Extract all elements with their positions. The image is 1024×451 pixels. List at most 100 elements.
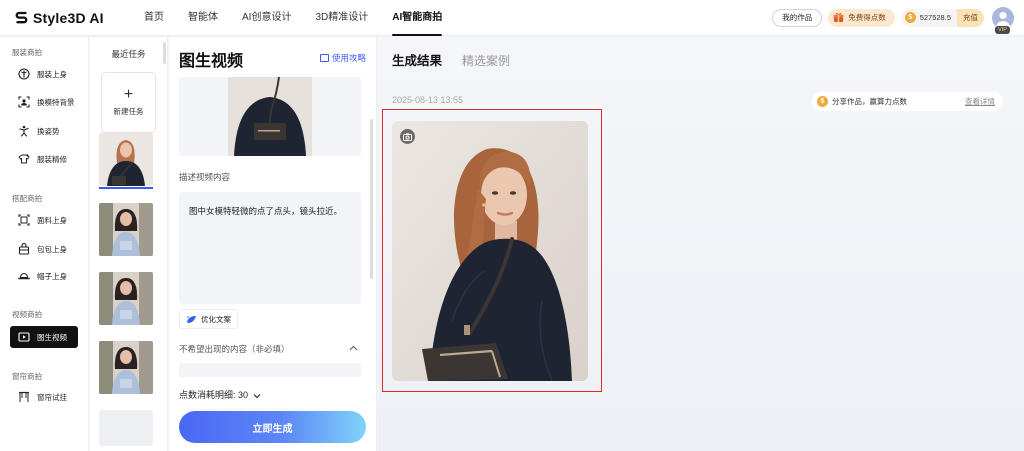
hanger-icon [18,68,30,80]
negative-content-label: 不希望出现的内容（非必填） [179,344,290,354]
uploaded-image-preview[interactable] [179,77,361,156]
task-thumbnail[interactable] [99,341,153,394]
chevron-down-icon [253,391,261,401]
task-thumbnail-placeholder[interactable] [99,410,153,446]
free-points-label: 免费得点数 [848,13,886,22]
new-task-label: 新建任务 [113,107,144,116]
view-details-link[interactable]: 查看详情 [965,96,995,107]
task-thumbnail-image [99,272,153,325]
app-name: Style3D AI [33,9,104,26]
top-bar: Style3D AI 首页 智能体 AI创意设计 3D精准设计 AI智能商拍 我… [0,0,1024,36]
usage-guide-link[interactable]: 使用攻略 [319,52,366,64]
sidebar-item-image-to-video[interactable]: 图生视频 [10,326,78,348]
pose-icon [18,125,30,137]
task-thumbnail-image [99,203,153,256]
sidebar-item-fabric-on-model[interactable]: 面料上身 [10,209,78,231]
negative-content-input[interactable] [179,363,361,377]
vip-badge: VIP [995,25,1010,34]
new-task-button[interactable]: + 新建任务 [101,72,156,133]
optimize-icon [186,315,197,324]
sidebar-item-label: 包包上身 [37,244,67,254]
task-thumbnail-image [99,133,153,186]
sidebar-item-label: 图生视频 [37,332,67,342]
task-thumbnail[interactable] [99,133,153,186]
results-panel: 生成结果 精选案例 2025-08-13 13:55 $ 分享作品，赢算力点数 … [378,37,1024,451]
result-timestamp: 2025-08-13 13:55 [392,95,464,105]
sidebar-item-label: 换模特背景 [37,97,75,107]
generated-video-card[interactable] [392,121,588,381]
task-thumbnail[interactable] [99,203,153,256]
points-cost-detail[interactable]: 点数消耗明细: 30 [179,388,261,401]
video-description-input[interactable]: 图中女模特轻微的点了点头，镜头拉近。 [179,192,361,304]
sidebar-item-label: 服装上身 [37,69,67,79]
share-banner[interactable]: $ 分享作品，赢算力点数 查看详情 [812,92,1003,111]
gift-icon [833,12,844,23]
curtain-icon [18,391,30,403]
chevron-up-icon[interactable] [349,344,358,353]
sidebar-section-title: 窗帘商拍 [12,372,42,381]
task-thumbnail-image [99,341,153,394]
sidebar-section-title: 搭配商拍 [12,194,42,203]
task-thumbnail[interactable] [99,272,153,325]
nav-item-ai-creative-design[interactable]: AI创意设计 [242,0,291,36]
recharge-button[interactable]: 充值 [957,8,984,27]
form-scrollbar[interactable] [370,119,373,279]
results-tabs: 生成结果 精选案例 [392,50,530,69]
generated-video-preview [392,121,588,381]
sidebar-item-bag-on-model[interactable]: 包包上身 [10,238,78,260]
sidebar-item-garment-on-model[interactable]: 服装上身 [10,63,78,85]
book-icon [319,54,329,62]
nav-item-ai-smart-shoot[interactable]: AI智能商拍 [392,0,443,36]
tasks-scrollbar[interactable] [163,42,166,64]
sidebar: 服装商拍 服装上身 换模特背景 换姿势 服装精修 搭配商拍 面料上身 包包上身 … [0,37,89,451]
retouch-icon [18,153,30,165]
page-title: 图生视频 [179,53,244,70]
sidebar-section-title: 服装商拍 [12,48,42,57]
image-to-video-form: 图生视频 使用攻略 描述视频内容 图中女模特轻微的点了点头，镜头拉近。 优化文案… [169,37,377,451]
points-cost-label: 点数消耗明细: 30 [179,390,249,400]
nav-item-3d-precise-design[interactable]: 3D精准设计 [315,0,368,36]
points-balance-value: 527528.5 [919,13,951,22]
sidebar-section-title: 视频商拍 [12,310,42,319]
main-nav: 首页 智能体 AI创意设计 3D精准设计 AI智能商拍 [144,0,466,36]
plus-icon: + [123,86,134,103]
sidebar-item-curtain-try[interactable]: 窗帘试挂 [10,386,78,408]
sidebar-item-swap-background[interactable]: 换模特背景 [10,91,78,113]
optimize-text-label: 优化文案 [201,314,231,324]
coin-icon: $ [904,12,916,23]
top-right-actions: 我的作品 免费得点数 $ 527528.5 充值 VIP [766,6,1014,34]
fabric-icon [18,214,30,226]
my-works-button[interactable]: 我的作品 [772,8,823,27]
sidebar-item-label: 面料上身 [37,215,67,225]
uploaded-image [228,77,312,156]
free-points-button[interactable]: 免费得点数 [828,8,895,27]
background-swap-icon [18,96,30,108]
share-banner-text: 分享作品，赢算力点数 [832,97,907,106]
recent-tasks-panel: 最近任务 + 新建任务 [90,37,168,451]
camera-icon[interactable] [400,129,415,144]
nav-item-home[interactable]: 首页 [144,0,164,36]
optimize-text-button[interactable]: 优化文案 [179,309,238,329]
sidebar-item-label: 帽子上身 [37,271,67,281]
sidebar-item-change-pose[interactable]: 换姿势 [10,120,78,142]
description-label: 描述视频内容 [179,172,231,182]
nav-item-agent[interactable]: 智能体 [188,0,218,36]
tab-featured-cases[interactable]: 精选案例 [462,52,510,69]
points-balance[interactable]: $ 527528.5 充值 [900,8,984,27]
sidebar-item-label: 服装精修 [37,154,67,164]
generate-now-button[interactable]: 立即生成 [179,411,366,443]
sidebar-item-label: 换姿势 [37,126,60,136]
sidebar-item-hat-on-model[interactable]: 帽子上身 [10,265,78,287]
recent-tasks-title: 最近任务 [111,49,146,59]
task-selected-indicator [99,187,153,189]
bag-icon [18,243,30,255]
usage-guide-label: 使用攻略 [331,53,366,63]
hat-icon [18,270,30,282]
app-logo[interactable]: Style3D AI [14,10,124,26]
sidebar-item-garment-retouch[interactable]: 服装精修 [10,148,78,170]
coin-icon: $ [817,96,828,107]
tab-generated-results[interactable]: 生成结果 [392,50,442,69]
user-avatar[interactable]: VIP [992,6,1014,34]
video-icon [18,331,30,343]
sidebar-item-label: 窗帘试挂 [37,392,67,402]
